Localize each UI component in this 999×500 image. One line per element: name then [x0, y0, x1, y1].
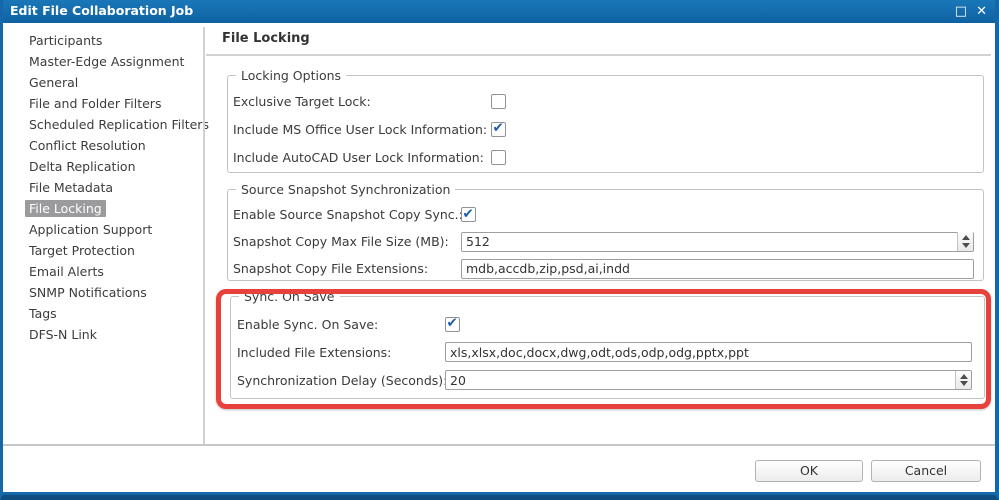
snapshot-max-file-size-input[interactable] — [461, 231, 974, 252]
sidebar-item-file-locking[interactable]: File Locking — [3, 198, 203, 219]
group-legend: Locking Options — [236, 68, 347, 83]
field-label: Synchronization Delay (Seconds): — [237, 372, 448, 388]
group-locking-options: Locking Options Exclusive Target Lock: I… — [227, 68, 984, 173]
field-label: Include MS Office User Lock Information: — [233, 121, 488, 137]
sidebar-item-target-protection[interactable]: Target Protection — [3, 240, 203, 261]
included-file-extensions-input[interactable] — [445, 342, 972, 362]
synchronization-delay-input[interactable] — [445, 370, 972, 391]
field-row: Included File Extensions: — [237, 338, 976, 366]
sidebar-item-label: Target Protection — [29, 243, 135, 258]
snapshot-max-file-size-spinner — [461, 231, 974, 252]
sidebar-item-tags[interactable]: Tags — [3, 303, 203, 324]
field-label: Include AutoCAD User Lock Information: — [233, 149, 484, 165]
spin-down-icon[interactable] — [959, 381, 968, 387]
sidebar-item-scheduled-replication-filters[interactable]: Scheduled Replication Filters — [3, 114, 209, 135]
titlebar: Edit File Collaboration Job □ ✕ — [3, 0, 995, 23]
group-source-snapshot-synchronization: Source Snapshot Synchronization Enable S… — [227, 182, 984, 282]
field-label: Snapshot Copy File Extensions: — [233, 261, 429, 276]
spinner-buttons — [957, 232, 973, 251]
sidebar-item-dfs-n-link[interactable]: DFS-N Link — [3, 324, 203, 345]
enable-source-snapshot-copy-sync-checkbox[interactable] — [461, 206, 476, 222]
sidebar-item-file-and-folder-filters[interactable]: File and Folder Filters — [3, 93, 203, 114]
spin-down-icon[interactable] — [961, 242, 970, 248]
field-label: Included File Extensions: — [237, 344, 392, 360]
maximize-icon: □ — [954, 4, 968, 19]
sidebar-item-label: DFS-N Link — [29, 327, 97, 342]
sidebar-item-participants[interactable]: Participants — [3, 30, 203, 51]
sidebar-item-delta-replication[interactable]: Delta Replication — [3, 156, 203, 177]
window-title: Edit File Collaboration Job — [10, 3, 194, 18]
sidebar-item-file-metadata[interactable]: File Metadata — [3, 177, 203, 198]
exclusive-target-lock-checkbox[interactable] — [491, 93, 506, 109]
ok-button[interactable]: OK — [755, 460, 863, 482]
sidebar-item-label: File Locking — [25, 200, 106, 217]
sidebar-item-email-alerts[interactable]: Email Alerts — [3, 261, 203, 282]
include-ms-office-user-lock-checkbox[interactable] — [491, 120, 506, 137]
field-row: Snapshot Copy File Extensions: — [233, 255, 975, 282]
field-row: Include MS Office User Lock Information: — [233, 115, 975, 143]
sidebar-item-label: File Metadata — [29, 180, 114, 195]
sidebar-item-label: Delta Replication — [29, 159, 136, 174]
spin-up-icon[interactable] — [961, 235, 970, 241]
field-label: Snapshot Copy Max File Size (MB): — [233, 234, 449, 249]
sidebar-item-conflict-resolution[interactable]: Conflict Resolution — [3, 135, 203, 156]
maximize-button[interactable]: □ — [955, 5, 967, 18]
close-icon: ✕ — [976, 4, 987, 19]
group-sync-on-save: Sync. On Save Enable Sync. On Save: Incl… — [230, 289, 985, 399]
synchronization-delay-spinner — [445, 370, 972, 391]
sidebar-item-label: File and Folder Filters — [29, 96, 162, 111]
title-underline — [206, 54, 991, 56]
sidebar-item-label: Master-Edge Assignment — [29, 54, 185, 69]
field-row: Include AutoCAD User Lock Information: — [233, 143, 975, 171]
sidebar-item-application-support[interactable]: Application Support — [3, 219, 203, 240]
snapshot-copy-file-extensions-input[interactable] — [461, 258, 974, 279]
field-row: Synchronization Delay (Seconds): — [237, 366, 976, 394]
group-legend: Sync. On Save — [239, 289, 340, 304]
sidebar-item-label: General — [29, 75, 79, 90]
enable-sync-on-save-checkbox[interactable] — [445, 315, 460, 332]
window-controls: □ ✕ — [955, 0, 987, 23]
dialog-body: Participants Master-Edge Assignment Gene… — [3, 23, 995, 492]
field-row: Exclusive Target Lock: — [233, 87, 975, 115]
field-row: Enable Sync. On Save: — [237, 310, 976, 338]
field-row: Snapshot Copy Max File Size (MB): — [233, 228, 975, 255]
sidebar-item-general[interactable]: General — [3, 72, 203, 93]
spin-up-icon[interactable] — [959, 373, 968, 379]
edit-file-collaboration-job-dialog: Edit File Collaboration Job □ ✕ Particip… — [0, 0, 999, 500]
close-button[interactable]: ✕ — [976, 5, 987, 18]
field-label: Exclusive Target Lock: — [233, 93, 371, 109]
field-label: Enable Source Snapshot Copy Sync.: — [233, 207, 463, 222]
sidebar-nav: Participants Master-Edge Assignment Gene… — [3, 30, 209, 345]
sidebar-item-label: Email Alerts — [29, 264, 104, 279]
group-legend: Source Snapshot Synchronization — [236, 182, 456, 197]
sidebar-item-label: Conflict Resolution — [29, 138, 146, 153]
sidebar-divider — [203, 27, 205, 444]
sidebar-item-label: SNMP Notifications — [29, 285, 147, 300]
field-row: Enable Source Snapshot Copy Sync.: — [233, 201, 975, 228]
field-label: Enable Sync. On Save: — [237, 316, 379, 332]
sidebar-item-label: Application Support — [29, 222, 153, 237]
page-title: File Locking — [222, 31, 310, 46]
sidebar-item-snmp-notifications[interactable]: SNMP Notifications — [3, 282, 203, 303]
sidebar-item-master-edge-assignment[interactable]: Master-Edge Assignment — [3, 51, 203, 72]
spinner-buttons — [955, 370, 971, 390]
sidebar-item-label: Participants — [29, 33, 103, 48]
sidebar-item-label: Tags — [29, 306, 57, 321]
sidebar-item-label: Scheduled Replication Filters — [29, 117, 209, 132]
footer-divider — [3, 444, 995, 446]
include-autocad-user-lock-checkbox[interactable] — [491, 149, 506, 165]
cancel-button[interactable]: Cancel — [871, 460, 981, 482]
